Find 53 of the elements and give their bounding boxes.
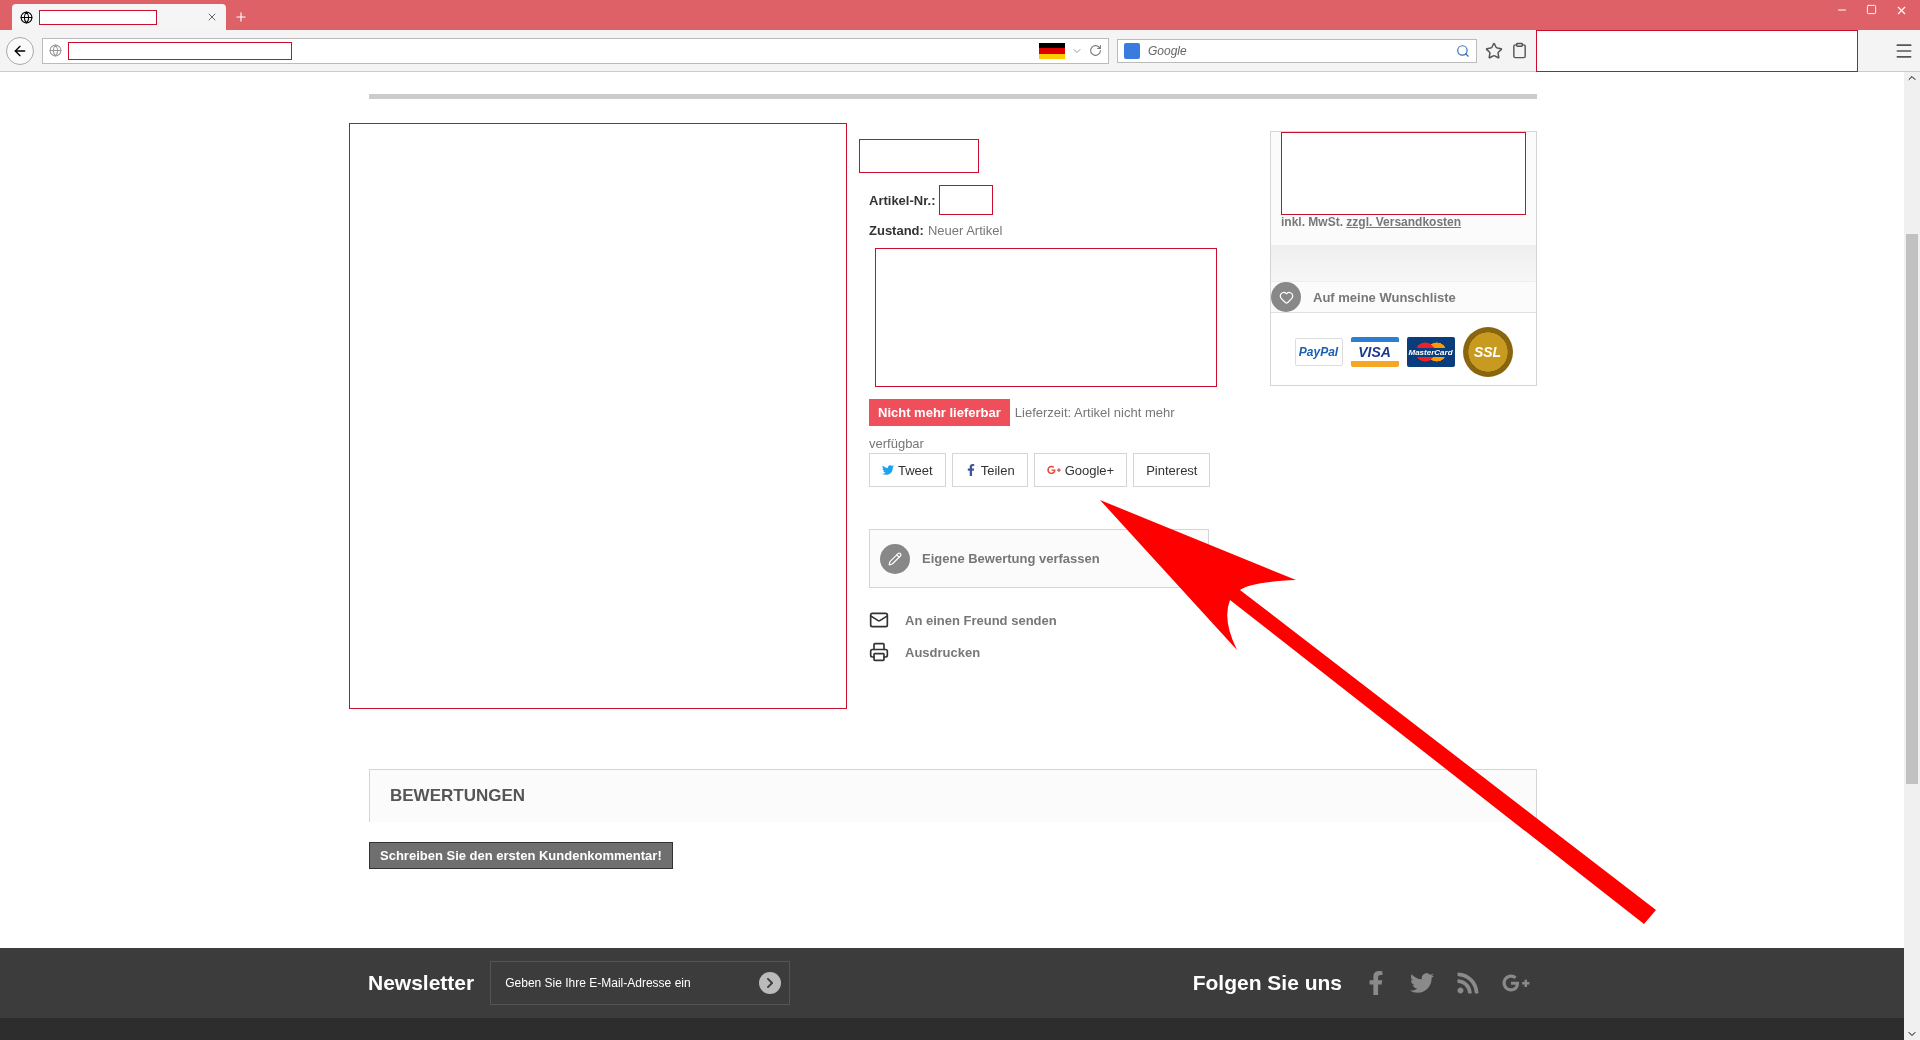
reading-list-button[interactable] — [1511, 42, 1528, 59]
follow-title: Folgen Sie uns — [1192, 971, 1342, 995]
payment-logo: SSL — [1462, 327, 1513, 377]
submit-icon[interactable] — [759, 972, 782, 994]
google-plus-icon — [1046, 463, 1061, 477]
close-icon[interactable] — [206, 11, 218, 23]
share-button[interactable]: Teilen — [951, 453, 1028, 487]
share-button[interactable]: Pinterest — [1133, 453, 1211, 487]
newsletter-field[interactable]: Geben Sie Ihre E-Mail-Adresse ein — [490, 961, 791, 1005]
new-tab-icon[interactable] — [234, 10, 248, 24]
payment-logo: PayPal — [1294, 338, 1343, 366]
scrollbar-thumb[interactable] — [1906, 234, 1918, 784]
shipping-link[interactable]: zzgl. Versandkosten — [1346, 215, 1462, 229]
address-bar[interactable] — [42, 37, 1109, 64]
search-engine-icon — [1124, 42, 1140, 59]
email-input[interactable]: Geben Sie Ihre E-Mail-Adresse ein — [503, 975, 760, 991]
back-button[interactable] — [6, 36, 34, 65]
twitter-icon[interactable] — [1410, 971, 1434, 995]
action-link[interactable]: Ausdrucken — [869, 642, 981, 662]
write-comment-button[interactable]: Schreiben Sie den ersten Kundenkommentar! — [369, 842, 673, 869]
condition-value: Neuer Artikel — [927, 223, 1003, 238]
newsletter-title: Newsletter — [368, 971, 475, 995]
write-review-link[interactable]: Eigene Bewertung verfassen — [922, 551, 1100, 566]
pencil-icon — [880, 543, 910, 574]
maximize-icon[interactable] — [1866, 4, 1877, 15]
browser-tab[interactable] — [12, 4, 226, 30]
share-button[interactable]: Tweet — [869, 453, 946, 487]
delivery-text: Lieferzeit: Artikel nicht mehr — [1014, 405, 1175, 420]
close-icon[interactable] — [1895, 4, 1908, 17]
tax-note: inkl. MwSt. zzgl. Versandkosten — [1280, 215, 1463, 229]
action-link[interactable]: An einen Freund senden — [869, 610, 1057, 630]
share-button[interactable]: Google+ — [1033, 453, 1128, 487]
reviews-title: BEWERTUNGEN — [390, 786, 526, 806]
flag-icon — [1039, 42, 1065, 59]
search-field[interactable]: Google — [1117, 38, 1477, 63]
reload-icon[interactable] — [1089, 44, 1102, 57]
redaction-box — [939, 185, 994, 215]
rss-icon[interactable] — [1456, 971, 1480, 995]
globe-icon — [49, 44, 62, 57]
availability-badge: Nicht mehr lieferbar — [869, 399, 1010, 426]
mail-icon — [869, 610, 889, 630]
printer-icon — [869, 642, 889, 662]
site-icon — [20, 10, 33, 24]
search-icon[interactable] — [1456, 43, 1470, 58]
scrollbar[interactable] — [1904, 72, 1920, 1040]
condition-label: Zustand: — [869, 223, 924, 238]
bookmark-button[interactable] — [1485, 41, 1503, 60]
article-number-label: Artikel-Nr.: — [869, 192, 936, 208]
bird-icon — [882, 464, 894, 476]
payment-logo: VISA — [1350, 337, 1399, 367]
wishlist-link[interactable]: Auf meine Wunschliste — [1313, 289, 1456, 305]
payment-logo: MasterCard — [1406, 337, 1455, 367]
delivery-text: verfügbar — [869, 436, 924, 451]
